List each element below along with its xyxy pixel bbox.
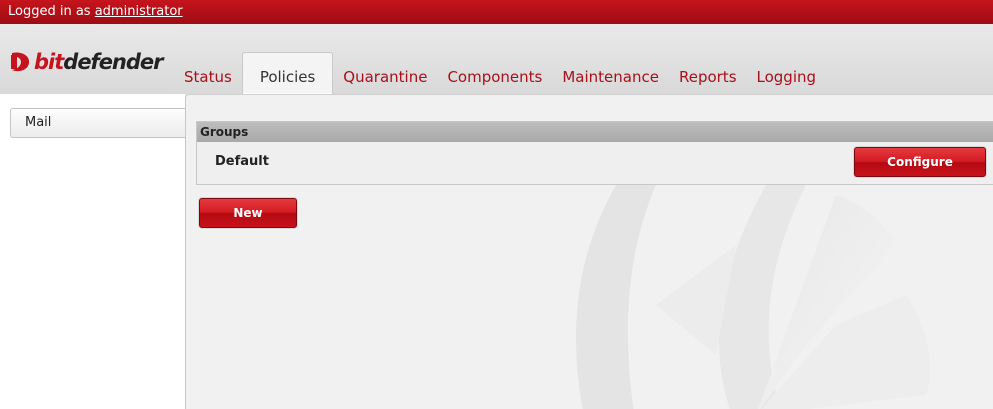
- table-row: Default Configure: [197, 142, 993, 184]
- groups-panel: Groups Default Configure: [196, 121, 993, 185]
- sidebar: Mail: [0, 94, 186, 409]
- group-name: Default: [215, 154, 269, 169]
- bitdefender-logo: bitdefender: [8, 50, 164, 74]
- tab-reports[interactable]: Reports: [669, 52, 747, 94]
- tab-policies[interactable]: Policies: [241, 52, 334, 94]
- tab-quarantine[interactable]: Quarantine: [333, 52, 437, 94]
- bitdefender-watermark-icon: [576, 185, 930, 409]
- header: bitdefender Status Policies Quarantine C…: [0, 24, 993, 94]
- logo-wordmark: bitdefender: [34, 50, 164, 74]
- main-tabs: Status Policies Quarantine Components Ma…: [174, 52, 826, 94]
- tab-components[interactable]: Components: [437, 52, 552, 94]
- configure-button[interactable]: Configure: [854, 147, 986, 177]
- tab-status[interactable]: Status: [174, 52, 242, 94]
- username-link[interactable]: administrator: [95, 4, 183, 19]
- sidebar-item-mail[interactable]: Mail: [10, 108, 186, 138]
- tab-maintenance[interactable]: Maintenance: [552, 52, 669, 94]
- top-status-bar: Logged in as administrator: [0, 0, 993, 24]
- groups-header: Groups: [197, 122, 993, 142]
- tab-logging[interactable]: Logging: [747, 52, 827, 94]
- new-button[interactable]: New: [199, 198, 297, 228]
- bitdefender-logo-icon: [11, 52, 30, 72]
- main-content: Groups Default Configure New: [185, 94, 993, 409]
- logged-in-label: Logged in as: [8, 4, 91, 19]
